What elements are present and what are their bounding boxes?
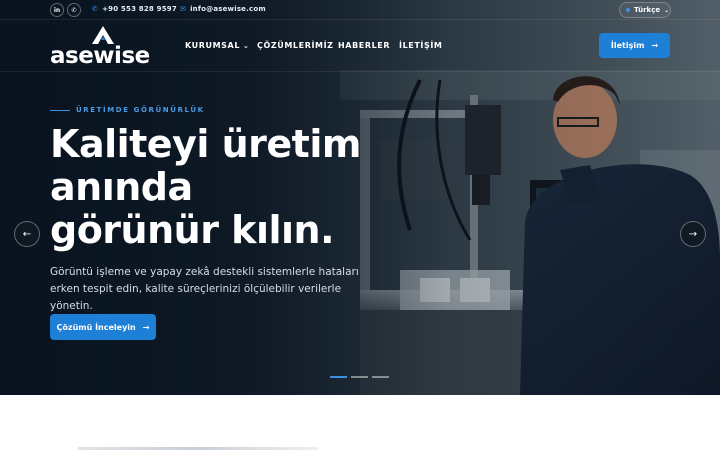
language-selector[interactable]: Türkçe ⌄: [619, 2, 671, 18]
arrow-left-icon: ←: [22, 228, 32, 240]
language-label: Türkçe: [634, 6, 661, 14]
explore-solution-button[interactable]: Çözümü İnceleyin →: [50, 314, 156, 340]
email-link[interactable]: ✉ info@asewise.com: [180, 5, 266, 13]
arrow-right-icon: →: [651, 41, 659, 50]
slider-pagination: [330, 376, 393, 378]
logo-text: asewise: [50, 43, 150, 69]
phone-icon: ✆: [92, 5, 99, 13]
contact-button[interactable]: İletişim →: [599, 33, 670, 58]
eyebrow-text: ÜRETİMDE GÖRÜNÜRLÜK: [76, 106, 205, 114]
phone-number: +90 553 828 9597: [102, 5, 177, 13]
hero-eyebrow: ÜRETİMDE GÖRÜNÜRLÜK: [50, 106, 205, 114]
logo-mark-icon: [92, 26, 114, 44]
explore-solution-label: Çözümü İnceleyin: [56, 322, 136, 332]
globe-icon: [626, 8, 630, 12]
arrow-right-icon: →: [142, 322, 150, 332]
whatsapp-icon[interactable]: ✆: [67, 3, 81, 17]
top-bar: in ✆ ✆ +90 553 828 9597 ✉ info@asewise.com…: [0, 0, 720, 20]
linkedin-icon[interactable]: in: [50, 3, 64, 17]
nav-item-iletisim[interactable]: İLETİŞİM: [399, 41, 442, 50]
logo[interactable]: asewise: [50, 26, 155, 69]
hero-subtext: Görüntü işleme ve yapay zekâ destekli si…: [50, 266, 359, 312]
slider-dot-3[interactable]: [372, 376, 389, 378]
arrow-right-icon: →: [688, 228, 698, 240]
chevron-down-icon: ⌄: [664, 6, 670, 14]
nav-item-cozumlerimiz[interactable]: ÇÖZÜMLERİMİZ: [257, 41, 334, 50]
nav-item-kurumsal[interactable]: KURUMSAL ⌄: [185, 41, 250, 50]
eyebrow-line: [50, 109, 70, 111]
next-section: [0, 395, 720, 450]
slider-prev-button[interactable]: ←: [14, 221, 40, 247]
mail-icon: ✉: [180, 5, 187, 13]
email-address: info@asewise.com: [190, 5, 266, 13]
nav-item-haberler[interactable]: HABERLER: [338, 41, 390, 50]
chevron-down-icon: ⌄: [243, 42, 250, 50]
slider-dot-2[interactable]: [351, 376, 368, 378]
contact-button-label: İletişim: [610, 41, 645, 50]
slider-dot-1[interactable]: [330, 376, 347, 378]
phone-link[interactable]: ✆ +90 553 828 9597: [92, 5, 177, 13]
hero-headline: Kaliteyi üretim anında görünür kılın.: [50, 122, 361, 252]
slider-next-button[interactable]: →: [680, 221, 706, 247]
main-nav: asewise KURUMSAL ⌄ ÇÖZÜMLERİMİZ HABERLER …: [0, 20, 720, 72]
nav-item-label: KURUMSAL: [185, 41, 241, 50]
